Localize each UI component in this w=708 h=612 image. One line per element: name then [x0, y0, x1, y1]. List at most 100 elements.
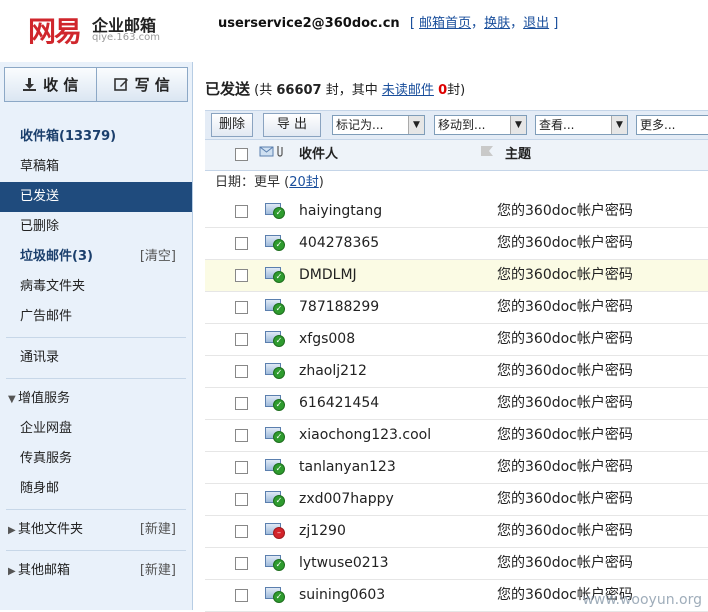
logo[interactable]: 网易 企业邮箱 qiye.163.com: [28, 10, 160, 50]
divider: [6, 378, 186, 379]
folder-drafts[interactable]: 草稿箱: [0, 152, 192, 182]
new-folder-link[interactable]: [新建]: [140, 515, 176, 545]
change-skin-link[interactable]: 换肤: [484, 16, 510, 31]
date-count-link[interactable]: 20封: [289, 175, 319, 190]
subject[interactable]: 您的360doc帐户密码: [497, 452, 633, 483]
compose-button[interactable]: 写 信: [95, 68, 188, 101]
recipient[interactable]: 616421454: [299, 388, 379, 419]
account-bar: userservice2@360doc.cn [ 邮箱首页，换肤，退出 ]: [218, 12, 558, 31]
move-to-select[interactable]: 移动到... ▼: [434, 115, 527, 135]
empty-spam-link[interactable]: [清空]: [140, 242, 176, 272]
row-checkbox[interactable]: [235, 237, 248, 250]
folder-spam[interactable]: 垃圾邮件(3) [清空]: [0, 242, 192, 272]
table-row[interactable]: ✓ lytwuse0213 您的360doc帐户密码: [205, 548, 708, 580]
mail-home-link[interactable]: 邮箱首页: [419, 16, 471, 31]
row-checkbox[interactable]: [235, 461, 248, 474]
recipient[interactable]: tanlanyan123: [299, 452, 396, 483]
subject[interactable]: 您的360doc帐户密码: [497, 420, 633, 451]
row-checkbox[interactable]: [235, 333, 248, 346]
recipient[interactable]: zhaolj212: [299, 356, 367, 387]
mail-icon: [259, 146, 283, 157]
table-row[interactable]: ✓ 787188299 您的360doc帐户密码: [205, 292, 708, 324]
new-mailbox-link[interactable]: [新建]: [140, 556, 176, 586]
subject[interactable]: 您的360doc帐户密码: [497, 548, 633, 579]
other-folders-toggle[interactable]: ▶ 其他文件夹 [新建]: [0, 515, 192, 545]
export-button[interactable]: 导 出: [263, 113, 321, 137]
folder-virus[interactable]: 病毒文件夹: [0, 272, 192, 302]
row-checkbox[interactable]: [235, 301, 248, 314]
row-checkbox[interactable]: [235, 269, 248, 282]
recipient[interactable]: xfgs008: [299, 324, 355, 355]
subject[interactable]: 您的360doc帐户密码: [497, 388, 633, 419]
recipient[interactable]: suining0603: [299, 580, 385, 611]
mark-as-select[interactable]: 标记为... ▼: [332, 115, 425, 135]
flag-column-icon[interactable]: [479, 140, 495, 170]
delete-button[interactable]: 删除: [211, 113, 253, 137]
mail-sent-icon: ✓: [265, 587, 285, 603]
recipient[interactable]: lytwuse0213: [299, 548, 389, 579]
folder-label: 通讯录: [20, 350, 60, 365]
table-row[interactable]: ✓ zhaolj212 您的360doc帐户密码: [205, 356, 708, 388]
unread-mail-link[interactable]: 未读邮件: [382, 83, 434, 98]
more-select[interactable]: 更多...: [636, 115, 708, 135]
subject[interactable]: 您的360doc帐户密码: [497, 484, 633, 515]
subject[interactable]: 您的360doc帐户密码: [497, 196, 633, 227]
folder-ads[interactable]: 广告邮件: [0, 302, 192, 332]
subject[interactable]: 您的360doc帐户密码: [497, 228, 633, 259]
summary-text: 封，其中: [325, 83, 378, 98]
table-row[interactable]: ✓ xfgs008 您的360doc帐户密码: [205, 324, 708, 356]
table-row[interactable]: ✓ 404278365 您的360doc帐户密码: [205, 228, 708, 260]
folder-sent[interactable]: 已发送: [0, 182, 192, 212]
subject-column-header[interactable]: 主题: [505, 140, 531, 170]
product-domain: qiye.163.com: [92, 32, 160, 43]
table-row[interactable]: – zj1290 您的360doc帐户密码: [205, 516, 708, 548]
contacts-link[interactable]: 通讯录: [0, 343, 192, 373]
enterprise-drive-link[interactable]: 企业网盘: [0, 414, 192, 444]
recipient[interactable]: 404278365: [299, 228, 379, 259]
view-select[interactable]: 查看... ▼: [535, 115, 628, 135]
recipient[interactable]: zj1290: [299, 516, 346, 547]
subject[interactable]: 您的360doc帐户密码: [497, 292, 633, 323]
subject[interactable]: 您的360doc帐户密码: [497, 356, 633, 387]
row-checkbox[interactable]: [235, 365, 248, 378]
table-row[interactable]: ✓ DMDLMJ 您的360doc帐户密码: [205, 260, 708, 292]
folder-label: 随身邮: [20, 481, 60, 496]
row-checkbox[interactable]: [235, 493, 248, 506]
checkbox[interactable]: [235, 148, 248, 161]
recipient[interactable]: 787188299: [299, 292, 379, 323]
other-mailboxes-toggle[interactable]: ▶ 其他邮箱 [新建]: [0, 556, 192, 586]
recipient[interactable]: xiaochong123.cool: [299, 420, 431, 451]
mail-sent-icon: ✓: [265, 299, 285, 315]
subject[interactable]: 您的360doc帐户密码: [497, 324, 633, 355]
table-row[interactable]: ✓ haiyingtang 您的360doc帐户密码: [205, 196, 708, 228]
row-checkbox[interactable]: [235, 525, 248, 538]
table-row[interactable]: ✓ zxd007happy 您的360doc帐户密码: [205, 484, 708, 516]
row-checkbox[interactable]: [235, 557, 248, 570]
subject[interactable]: 您的360doc帐户密码: [497, 260, 633, 291]
logout-link[interactable]: 退出: [523, 16, 549, 31]
mail-sent-icon: ✓: [265, 395, 285, 411]
mail-sent-icon: ✓: [265, 555, 285, 571]
row-checkbox[interactable]: [235, 397, 248, 410]
recipient[interactable]: DMDLMJ: [299, 260, 357, 291]
mail-failed-icon: –: [265, 523, 285, 539]
row-checkbox[interactable]: [235, 589, 248, 602]
fax-service-link[interactable]: 传真服务: [0, 444, 192, 474]
table-row[interactable]: ✓ tanlanyan123 您的360doc帐户密码: [205, 452, 708, 484]
value-added-services-toggle[interactable]: ▼ 增值服务: [0, 384, 192, 414]
recipient-column-header[interactable]: 收件人: [299, 140, 338, 170]
select-all-checkbox[interactable]: [235, 140, 248, 170]
recipient[interactable]: haiyingtang: [299, 196, 382, 227]
table-row[interactable]: ✓ xiaochong123.cool 您的360doc帐户密码: [205, 420, 708, 452]
recipient[interactable]: zxd007happy: [299, 484, 394, 515]
folder-inbox[interactable]: 收件箱(13379): [0, 122, 192, 152]
mail-sent-icon: ✓: [265, 427, 285, 443]
folder-deleted[interactable]: 已删除: [0, 212, 192, 242]
mail-status-column-icon[interactable]: [259, 140, 285, 170]
receive-mail-button[interactable]: 收 信: [5, 68, 96, 101]
row-checkbox[interactable]: [235, 205, 248, 218]
mobile-mail-link[interactable]: 随身邮: [0, 474, 192, 504]
row-checkbox[interactable]: [235, 429, 248, 442]
table-row[interactable]: ✓ 616421454 您的360doc帐户密码: [205, 388, 708, 420]
subject[interactable]: 您的360doc帐户密码: [497, 516, 633, 547]
